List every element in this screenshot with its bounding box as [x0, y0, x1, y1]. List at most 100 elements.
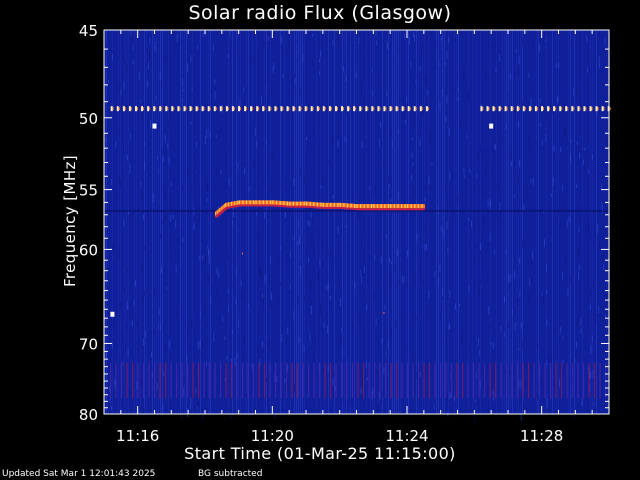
- noise-speck: [492, 390, 494, 395]
- noise-speck: [486, 162, 488, 171]
- noise-speck: [297, 297, 299, 305]
- interference-dot: [480, 106, 483, 112]
- noise-speck: [154, 287, 155, 296]
- noise-speck: [313, 356, 315, 363]
- noise-speck: [226, 356, 228, 361]
- noise-speck: [322, 261, 324, 267]
- noise-streak: [240, 30, 241, 414]
- noise-speck: [208, 256, 210, 264]
- noise-speck: [459, 303, 460, 307]
- interference-dot: [347, 106, 350, 112]
- noise-speck: [383, 160, 385, 166]
- noise-streak: [296, 30, 297, 414]
- noise-speck: [545, 134, 547, 142]
- noise-speck: [448, 392, 450, 400]
- noise-speck: [206, 198, 208, 203]
- noise-speck: [393, 61, 394, 66]
- noise-speck: [447, 247, 449, 253]
- interference-dot: [419, 106, 422, 112]
- band-streak: [198, 362, 200, 399]
- noise-speck: [413, 32, 414, 37]
- band-streak: [495, 362, 497, 399]
- noise-speck: [164, 190, 166, 199]
- noise-speck: [312, 242, 314, 251]
- noise-speck: [273, 412, 275, 419]
- noise-speck: [603, 263, 605, 271]
- interference-dot-edge: [264, 107, 266, 111]
- noise-speck: [598, 306, 600, 314]
- updated-timestamp: Updated Sat Mar 1 12:01:43 2025: [2, 469, 156, 479]
- noise-speck: [227, 304, 229, 313]
- noise-speck: [266, 379, 267, 383]
- noise-speck: [276, 376, 278, 383]
- noise-speck: [148, 62, 150, 70]
- noise-speck: [168, 120, 170, 129]
- noise-speck: [469, 241, 471, 247]
- band-streak: [121, 362, 123, 399]
- noise-speck: [397, 48, 399, 52]
- band-streak: [214, 362, 216, 399]
- band-streak: [176, 362, 178, 399]
- noise-speck: [185, 110, 187, 114]
- noise-speck: [142, 214, 144, 220]
- noise-speck: [489, 200, 491, 210]
- noise-speck: [552, 177, 554, 187]
- noise-speck: [541, 292, 543, 297]
- noise-speck: [474, 259, 476, 264]
- noise-speck: [182, 238, 184, 243]
- noise-speck: [576, 86, 578, 94]
- interference-dot: [189, 106, 192, 112]
- noise-speck: [413, 164, 415, 171]
- noise-speck: [161, 78, 163, 88]
- noise-speck: [129, 164, 131, 174]
- noise-speck: [297, 221, 299, 227]
- noise-speck: [228, 178, 230, 186]
- interference-dot-edge: [330, 107, 332, 111]
- noise-speck: [244, 162, 246, 168]
- noise-speck: [305, 375, 307, 384]
- noise-speck: [262, 341, 263, 348]
- noise-speck: [414, 187, 416, 196]
- noise-speck: [352, 322, 354, 330]
- noise-speck: [127, 348, 129, 358]
- noise-speck: [508, 284, 510, 291]
- interference-dot-edge: [161, 107, 163, 111]
- bright-speck: [152, 123, 157, 129]
- noise-streak: [284, 30, 285, 414]
- noise-speck: [269, 256, 271, 265]
- noise-speck: [168, 157, 170, 165]
- noise-speck: [200, 351, 202, 358]
- interference-dot: [153, 106, 156, 112]
- noise-streak: [476, 30, 477, 414]
- noise-speck: [121, 285, 123, 289]
- noise-speck: [154, 47, 156, 52]
- noise-speck: [195, 167, 197, 174]
- band-streak: [170, 362, 172, 399]
- noise-streak: [160, 30, 161, 414]
- noise-speck: [287, 364, 289, 372]
- noise-speck: [576, 141, 578, 146]
- noise-speck: [519, 292, 521, 298]
- noise-speck: [445, 187, 447, 193]
- y-tick-label: 60: [79, 241, 98, 259]
- band-streak: [330, 362, 332, 399]
- noise-speck: [564, 127, 566, 136]
- noise-speck: [560, 326, 562, 333]
- noise-speck: [154, 41, 156, 49]
- interference-dot: [286, 106, 289, 112]
- noise-speck: [546, 263, 547, 272]
- noise-speck: [279, 182, 281, 187]
- noise-streak: [350, 30, 351, 414]
- noise-streak: [496, 30, 497, 414]
- band-streak: [478, 362, 480, 399]
- noise-speck: [345, 76, 347, 82]
- interference-dot: [504, 106, 507, 112]
- noise-speck: [182, 78, 184, 87]
- noise-speck: [285, 211, 286, 218]
- noise-speck: [510, 150, 512, 160]
- interference-dot: [377, 106, 380, 112]
- noise-speck: [111, 406, 112, 411]
- noise-speck: [359, 315, 361, 324]
- noise-speck: [374, 186, 376, 196]
- noise-speck: [384, 304, 386, 311]
